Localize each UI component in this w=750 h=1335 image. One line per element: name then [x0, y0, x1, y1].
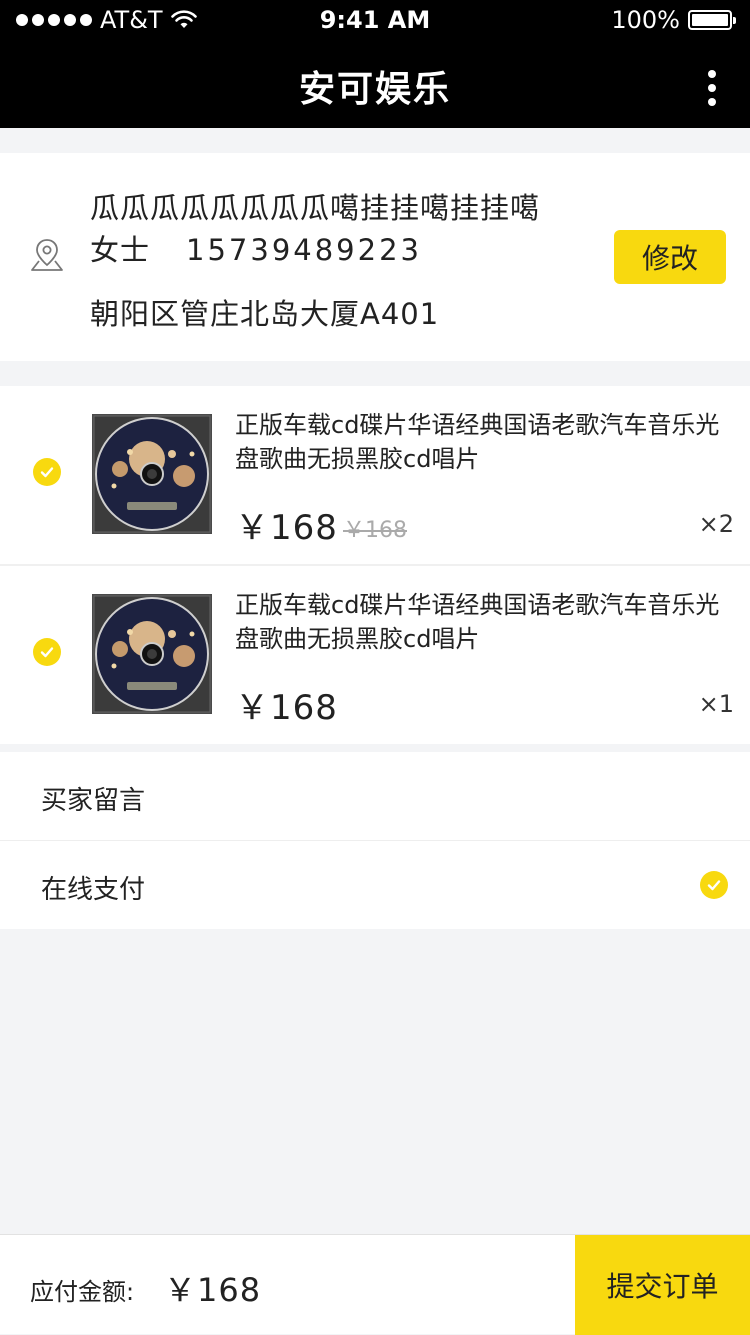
product-list: 正版车载cd碟片华语经典国语老歌汽车音乐光盘歌曲无损黑胶cd唱片 ￥168 ￥1… — [0, 386, 750, 744]
product-item[interactable]: 正版车载cd碟片华语经典国语老歌汽车音乐光盘歌曲无损黑胶cd唱片 ￥168 ×1 — [0, 566, 750, 744]
total-amount: ￥168 — [164, 1271, 262, 1309]
location-pin-icon — [31, 239, 63, 271]
checkout-bar: 应付金额: ￥168 提交订单 — [0, 1234, 750, 1335]
product-image — [92, 594, 212, 714]
recipient-street: 朝阳区管庄北岛大厦A401 — [90, 297, 440, 331]
product-title: 正版车载cd碟片华语经典国语老歌汽车音乐光盘歌曲无损黑胶cd唱片 — [235, 411, 720, 473]
submit-order-button[interactable]: 提交订单 — [575, 1235, 750, 1335]
buyer-message-label: 买家留言 — [41, 786, 146, 816]
product-image — [92, 414, 212, 534]
edit-address-button[interactable]: 修改 — [614, 230, 726, 284]
more-vertical-icon[interactable] — [704, 70, 720, 110]
checkmark-icon[interactable] — [700, 871, 728, 899]
recipient-phone: 15739489223 — [186, 233, 422, 267]
product-item[interactable]: 正版车载cd碟片华语经典国语老歌汽车音乐光盘歌曲无损黑胶cd唱片 ￥168 ￥1… — [0, 386, 750, 566]
total-label: 应付金额: — [30, 1278, 135, 1306]
recipient-name: 瓜瓜瓜瓜瓜瓜瓜瓜噶挂挂噶挂挂噶 — [90, 191, 541, 225]
product-title: 正版车载cd碟片华语经典国语老歌汽车音乐光盘歌曲无损黑胶cd唱片 — [235, 591, 720, 653]
recipient-title: 女士 — [90, 233, 151, 267]
battery-icon — [688, 10, 736, 30]
navigation-bar: 安可娱乐 — [0, 40, 750, 128]
payment-method-label: 在线支付 — [41, 875, 146, 905]
battery-percent: 100% — [611, 6, 680, 34]
checkmark-icon[interactable] — [33, 458, 61, 486]
buyer-message-row[interactable]: 买家留言 — [0, 752, 750, 840]
checkmark-icon[interactable] — [33, 638, 61, 666]
product-original-price: ￥168 — [343, 518, 407, 543]
shipping-address-card[interactable]: 瓜瓜瓜瓜瓜瓜瓜瓜噶挂挂噶挂挂噶 女士 15739489223 朝阳区管庄北岛大厦A… — [0, 153, 750, 361]
page-title: 安可娱乐 — [298, 69, 451, 110]
status-bar: AT&T 9:41 AM 100% — [0, 0, 750, 40]
status-right: 100% — [611, 6, 736, 34]
payment-method-row[interactable]: 在线支付 — [0, 840, 750, 929]
product-quantity: ×1 — [698, 690, 734, 718]
product-price: ￥168 — [235, 508, 338, 548]
recipient-contact: 女士 15739489223 — [90, 227, 422, 269]
product-price: ￥168 — [235, 688, 338, 728]
product-quantity: ×2 — [698, 510, 734, 538]
